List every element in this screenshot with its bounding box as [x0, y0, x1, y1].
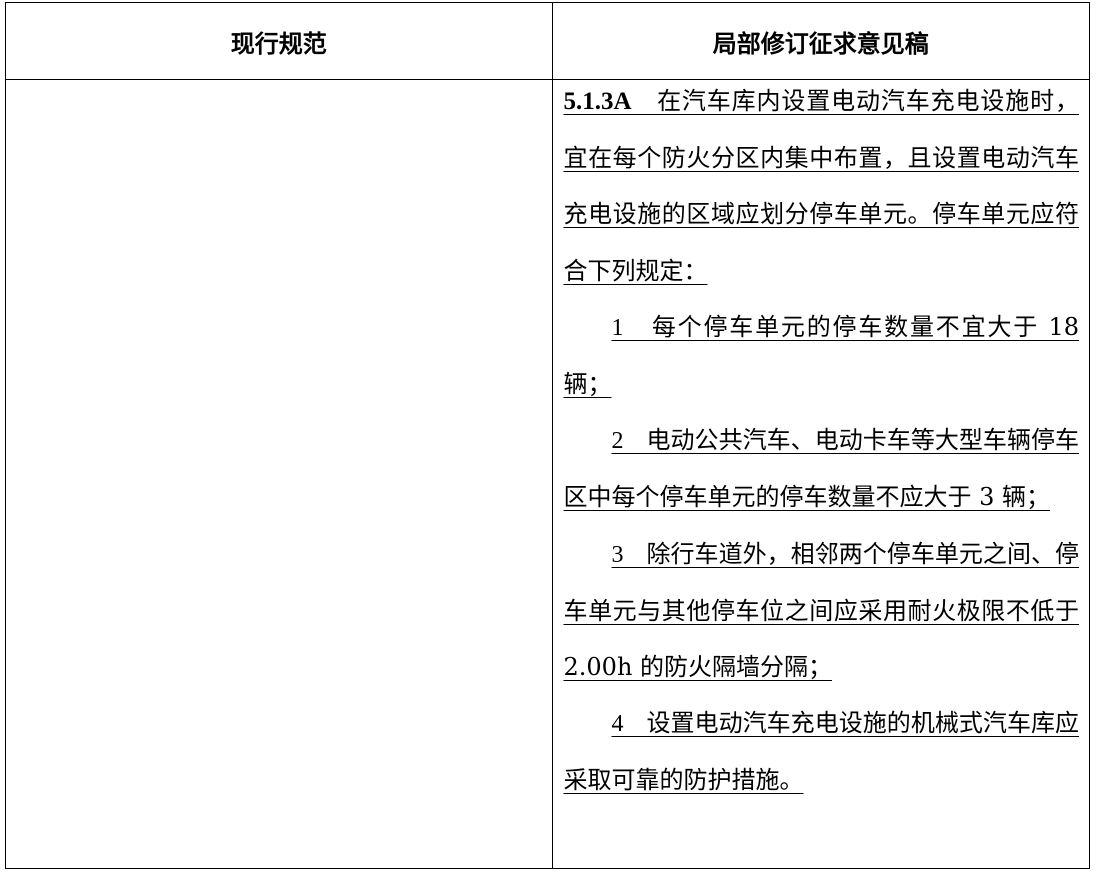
item-text: 电动公共汽车、电动卡车等大型车辆停车区中每个停车单元的停车数量不应大于 3 辆；	[563, 426, 1080, 512]
current-code-cell	[5, 79, 553, 869]
header-current-code: 现行规范	[5, 2, 553, 80]
table-header-row: 现行规范 局部修订征求意见稿	[5, 2, 1090, 80]
item-number: 2	[611, 428, 624, 455]
header-revision-draft: 局部修订征求意见稿	[551, 2, 1090, 80]
item-text: 每个停车单元的停车数量不宜大于 18 辆；	[563, 312, 1080, 399]
item-number: 3	[611, 541, 624, 568]
revision-comparison-table: 现行规范 局部修订征求意见稿 5.1.3A 在汽车库内设置电动汽车充电设施时，宜…	[5, 2, 1090, 869]
item-number: 1	[611, 314, 624, 341]
list-item: 1 每个停车单元的停车数量不宜大于 18 辆；	[564, 299, 1080, 412]
item-text: 除行车道外，相邻两个停车单元之间、停车单元与其他停车位之间应采用耐火极限不低于 …	[563, 539, 1080, 682]
list-item: 2 电动公共汽车、电动卡车等大型车辆停车区中每个停车单元的停车数量不应大于 3 …	[564, 412, 1080, 525]
clause-paragraph: 5.1.3A 在汽车库内设置电动汽车充电设施时，宜在每个防火分区内集中布置，且设…	[564, 73, 1080, 299]
table-content-row: 5.1.3A 在汽车库内设置电动汽车充电设施时，宜在每个防火分区内集中布置，且设…	[5, 79, 1090, 869]
item-text: 设置电动汽车充电设施的机械式汽车库应采取可靠的防护措施。	[563, 709, 1080, 795]
clause-number: 5.1.3A	[563, 88, 632, 115]
list-item: 3 除行车道外，相邻两个停车单元之间、停车单元与其他停车位之间应采用耐火极限不低…	[564, 526, 1080, 696]
clause-text: 在汽车库内设置电动汽车充电设施时，宜在每个防火分区内集中布置，且设置电动汽车充电…	[563, 87, 1080, 285]
list-item: 4 设置电动汽车充电设施的机械式汽车库应采取可靠的防护措施。	[564, 695, 1080, 808]
item-number: 4	[611, 711, 624, 738]
revision-draft-cell: 5.1.3A 在汽车库内设置电动汽车充电设施时，宜在每个防火分区内集中布置，且设…	[551, 79, 1090, 869]
